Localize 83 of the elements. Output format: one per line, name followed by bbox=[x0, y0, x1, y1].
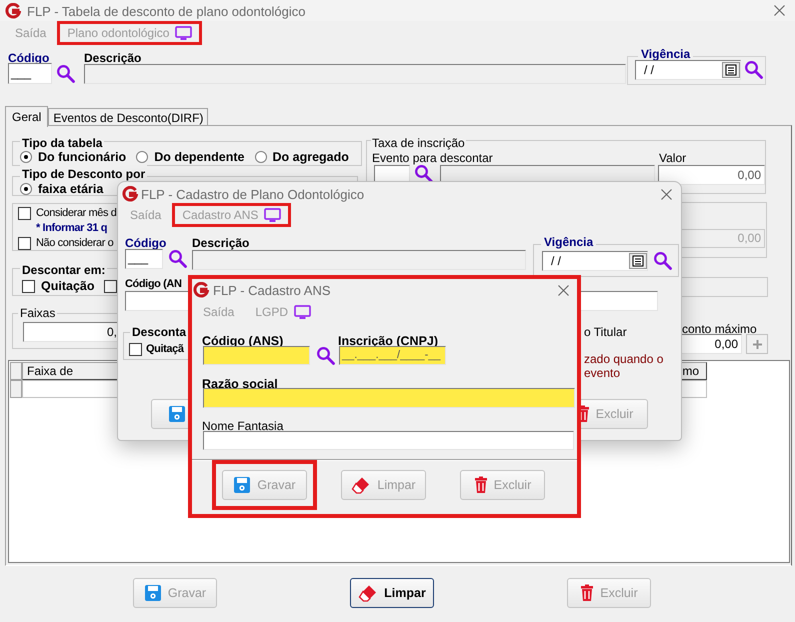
window-title: FLP - Cadastro de Plano Odontológico bbox=[141, 186, 364, 204]
field-label: Razão social bbox=[202, 376, 278, 393]
option-label: Considerar mês d bbox=[36, 206, 116, 221]
field-label: Código bbox=[125, 235, 166, 252]
description-field[interactable] bbox=[84, 64, 626, 84]
checkbox[interactable] bbox=[18, 236, 31, 250]
clear-button[interactable]: Limpar bbox=[350, 578, 434, 608]
monitor-icon[interactable] bbox=[294, 304, 312, 320]
logo-icon bbox=[122, 186, 138, 202]
cnpj-field[interactable]: __.___.___/____-__ bbox=[339, 346, 446, 365]
option-label: Não considerar o bbox=[36, 236, 114, 251]
eraser-icon bbox=[358, 584, 378, 602]
row-indicator-cell bbox=[10, 380, 22, 398]
field-label: Descrição bbox=[84, 50, 142, 67]
radio-button[interactable] bbox=[254, 151, 266, 164]
trade-name-field[interactable] bbox=[203, 431, 574, 450]
search-icon[interactable] bbox=[414, 164, 433, 183]
menu-item[interactable]: LGPD bbox=[245, 300, 322, 324]
radio-button[interactable] bbox=[20, 151, 32, 164]
option-label: Quitação bbox=[41, 278, 94, 295]
value-field[interactable]: 0,00 bbox=[658, 165, 765, 185]
window-title: FLP - Cadastro ANS bbox=[213, 282, 331, 300]
menu-item[interactable]: Saída bbox=[193, 300, 244, 324]
option-label: Quitaçã bbox=[146, 342, 184, 357]
close-icon[interactable] bbox=[661, 189, 672, 200]
date-field[interactable]: / / bbox=[542, 251, 648, 271]
calendar-icon[interactable] bbox=[722, 62, 740, 78]
window-title: FLP - Tabela de desconto de plano odontológico bbox=[27, 3, 306, 21]
checkbox[interactable] bbox=[18, 206, 31, 220]
company-name-field[interactable] bbox=[203, 388, 575, 408]
field-label: Valor bbox=[659, 150, 686, 167]
row-indicator-cell bbox=[10, 362, 22, 380]
option-label: o Titular bbox=[584, 324, 627, 341]
menu-item[interactable]: Saída bbox=[5, 21, 56, 45]
description-field[interactable] bbox=[192, 250, 526, 270]
note-text: evento bbox=[584, 366, 622, 380]
option-label: faixa etária bbox=[38, 181, 104, 198]
ans-code-field[interactable] bbox=[125, 291, 191, 311]
group-label: Tipo de Desconto por bbox=[20, 165, 148, 183]
menu-item[interactable]: Plano odontológico bbox=[57, 21, 202, 45]
note-text: zado quando o bbox=[584, 352, 664, 366]
field-label: Descrição bbox=[192, 235, 250, 252]
checkbox[interactable] bbox=[129, 342, 142, 356]
search-icon[interactable] bbox=[653, 251, 672, 270]
field-label: Código (AN bbox=[125, 277, 182, 292]
menu-item[interactable]: Saída bbox=[120, 203, 172, 227]
monitor-icon[interactable] bbox=[175, 26, 192, 40]
plus-icon bbox=[752, 338, 762, 350]
close-icon[interactable] bbox=[558, 285, 569, 296]
note-text: * Informar 31 q bbox=[35, 220, 108, 236]
radio-button[interactable] bbox=[20, 183, 32, 196]
range-field[interactable]: 0, bbox=[23, 322, 117, 342]
trash-icon bbox=[474, 476, 488, 494]
option-label: Do agregado bbox=[272, 149, 349, 166]
trash-icon bbox=[580, 584, 594, 602]
ans-code-field[interactable] bbox=[203, 346, 310, 365]
checkbox[interactable] bbox=[104, 280, 117, 293]
floppy-icon bbox=[144, 584, 162, 602]
radio-button[interactable] bbox=[136, 151, 148, 164]
calendar-icon[interactable] bbox=[629, 253, 647, 269]
menu-item[interactable]: Cadastro ANS bbox=[172, 203, 292, 227]
code-field[interactable]: ___ bbox=[8, 63, 52, 84]
checkbox[interactable] bbox=[22, 280, 35, 293]
field-label: Evento para descontar bbox=[372, 150, 493, 167]
date-field[interactable]: / / bbox=[635, 60, 741, 80]
monitor-icon[interactable] bbox=[264, 208, 282, 222]
field-label: Código (ANS) bbox=[202, 333, 284, 350]
tab[interactable]: Eventos de Desconto(DIRF) bbox=[48, 108, 208, 126]
code-field[interactable]: ___ bbox=[125, 249, 163, 269]
floppy-icon bbox=[168, 405, 186, 423]
close-icon[interactable] bbox=[774, 5, 785, 16]
option-label: Do funcionário bbox=[38, 150, 126, 166]
eraser-icon bbox=[351, 476, 372, 494]
option-label: Do dependente bbox=[154, 149, 244, 166]
search-icon[interactable] bbox=[168, 249, 187, 268]
logo-icon bbox=[5, 3, 21, 19]
logo-icon bbox=[193, 282, 209, 298]
tab[interactable]: Geral bbox=[5, 106, 48, 127]
search-icon[interactable] bbox=[744, 60, 763, 79]
search-icon[interactable] bbox=[316, 346, 335, 365]
search-icon[interactable] bbox=[56, 64, 75, 83]
floppy-icon bbox=[233, 476, 252, 494]
field-label: Nome Fantasia bbox=[202, 418, 284, 435]
